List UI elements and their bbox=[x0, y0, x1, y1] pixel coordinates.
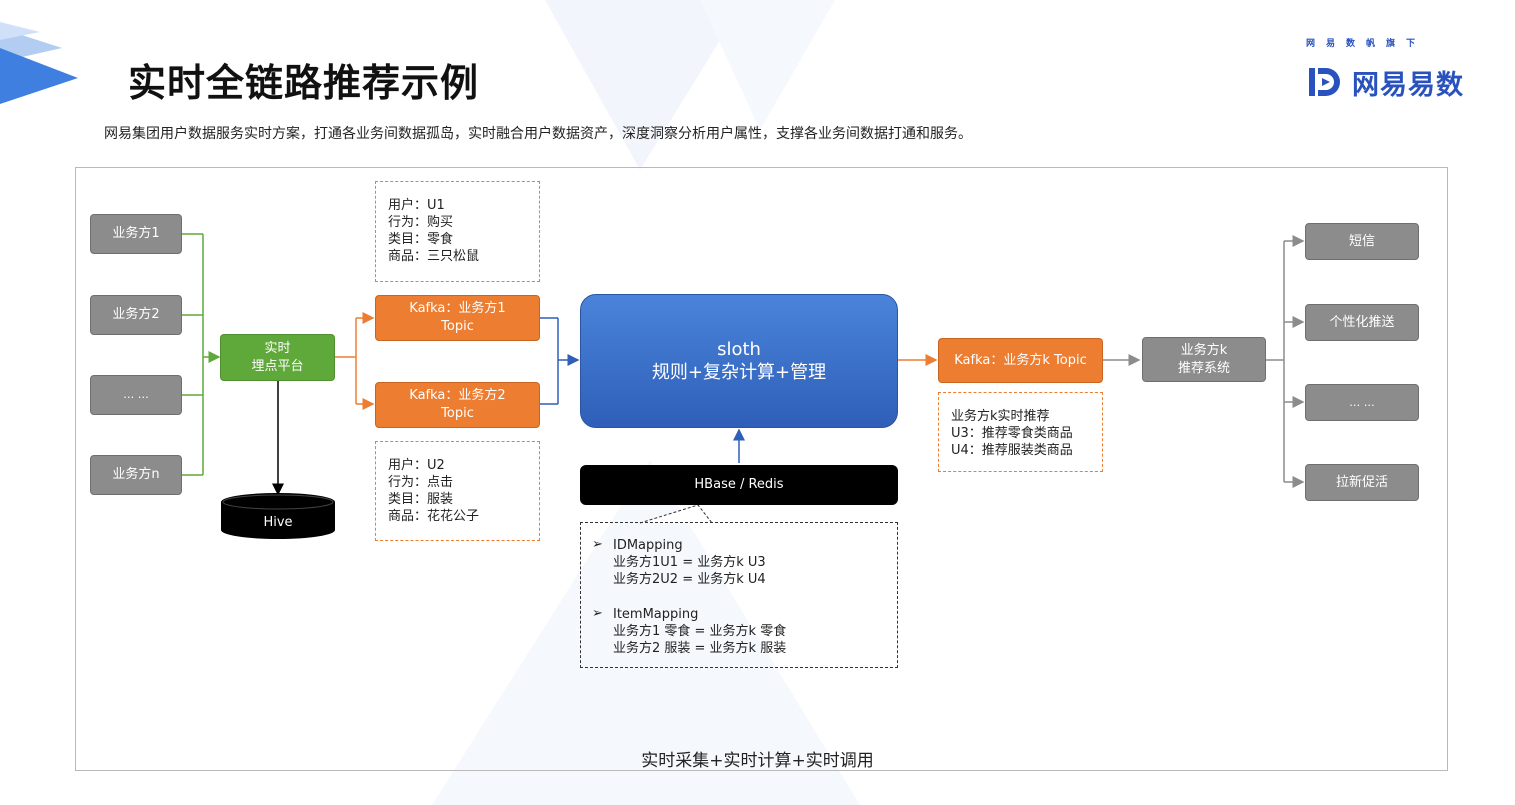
hive-label: Hive bbox=[263, 515, 293, 530]
source-node: 业务方2 bbox=[90, 295, 182, 335]
bullet-icon: ➢ bbox=[592, 606, 603, 621]
diagram-caption: 实时采集+实时计算+实时调用 bbox=[641, 751, 874, 771]
output-node: 拉新促活 bbox=[1305, 464, 1419, 501]
id-mapping-lines: 业务方1U1 = 业务方k U3 业务方2U2 = 业务方k U4 bbox=[613, 555, 766, 587]
event-note-u2: 用户：U2 行为：点击 类目：服装 商品：花花公子 bbox=[375, 441, 540, 541]
collector-node: 实时 埋点平台 bbox=[220, 334, 335, 381]
item-mapping-title: ItemMapping bbox=[613, 607, 699, 622]
source-node: 业务方n bbox=[90, 455, 182, 495]
sloth-engine: sloth 规则+复杂计算+管理 bbox=[580, 294, 898, 428]
recommendation-note: 业务方k实时推荐 U3：推荐零食类商品 U4：推荐服装类商品 bbox=[938, 392, 1103, 472]
output-node: … … bbox=[1305, 384, 1419, 421]
recsys-node: 业务方k 推荐系统 bbox=[1142, 337, 1266, 382]
output-node: 个性化推送 bbox=[1305, 304, 1419, 341]
event-note-u1: 用户：U1 行为：购买 类目：零食 商品：三只松鼠 bbox=[375, 181, 540, 282]
source-node: … … bbox=[90, 375, 182, 415]
id-mapping-title: IDMapping bbox=[613, 538, 683, 553]
kafka-topic-1: Kafka：业务方1 Topic bbox=[375, 295, 540, 341]
item-mapping-lines: 业务方1 零食 = 业务方k 零食 业务方2 服装 = 业务方k 服装 bbox=[613, 624, 787, 656]
source-node: 业务方1 bbox=[90, 214, 182, 254]
output-node: 短信 bbox=[1305, 223, 1419, 260]
storage-node: HBase / Redis bbox=[580, 465, 898, 505]
kafka-topic-2: Kafka：业务方2 Topic bbox=[375, 382, 540, 428]
kafka-topic-k: Kafka：业务方k Topic bbox=[938, 338, 1103, 383]
mapping-note: ➢ IDMapping 业务方1U1 = 业务方k U3 业务方2U2 = 业务… bbox=[580, 522, 898, 668]
bullet-icon: ➢ bbox=[592, 537, 603, 552]
